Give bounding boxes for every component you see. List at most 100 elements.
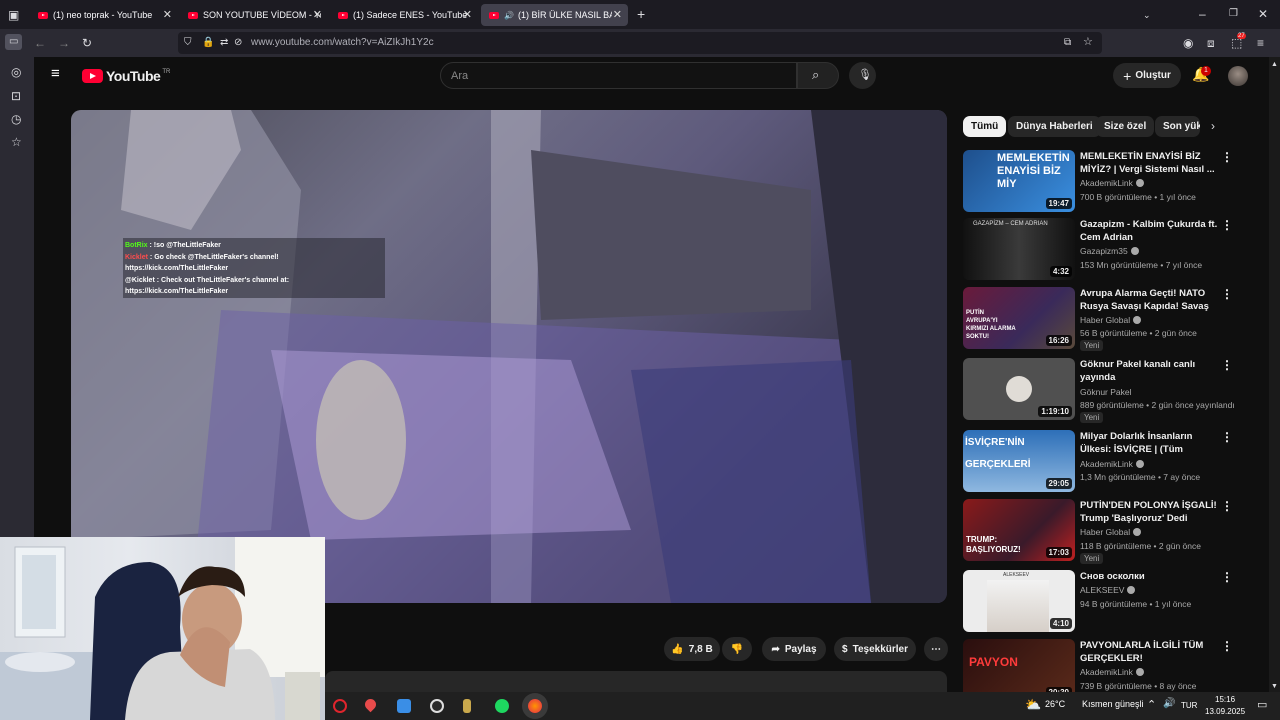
- more-options-icon[interactable]: ⋮: [1221, 499, 1233, 513]
- recommendation-item[interactable]: 1:19:10 Göknur Pakel kanalı canlı yayınd…: [963, 358, 1263, 423]
- hamburger-menu-icon[interactable]: ≡: [51, 66, 60, 81]
- tab-0[interactable]: (1) neo toprak - YouTube ✕: [30, 4, 178, 26]
- volume-icon[interactable]: 🔊: [1163, 698, 1175, 709]
- forward-icon[interactable]: →: [58, 37, 70, 49]
- clock-time[interactable]: 15:16: [1215, 695, 1235, 704]
- menu-icon[interactable]: ≡: [1257, 37, 1264, 49]
- channel-name[interactable]: Gazapizm35: [1080, 246, 1139, 256]
- history-icon[interactable]: ◷: [11, 113, 21, 125]
- firefox-icon[interactable]: [528, 699, 542, 713]
- shield-icon[interactable]: ⛉: [184, 37, 192, 49]
- recommendation-item[interactable]: ALEKSEEV 4:10 Снов осколки ALEKSEEV 94 B …: [963, 570, 1263, 634]
- maximize-icon[interactable]: ❐: [1229, 8, 1238, 20]
- channel-name[interactable]: Haber Global: [1080, 315, 1142, 325]
- url-bar[interactable]: ⛉ 🔒 ⇄ ⊘ www.youtube.com/watch?v=AiZIkJh1…: [178, 32, 1102, 54]
- close-tab-icon[interactable]: ✕: [613, 8, 622, 21]
- more-options-icon[interactable]: ⋮: [1221, 150, 1233, 164]
- channel-name[interactable]: AkademikLink: [1080, 178, 1144, 188]
- video-thumbnail[interactable]: İSVİÇRE'NİN GERÇEKLERİ 29:05: [963, 430, 1075, 492]
- channel-name[interactable]: Göknur Pakel: [1080, 387, 1132, 397]
- tab-1[interactable]: SON YOUTUBE VİDEOM - YouTu✕: [180, 4, 328, 26]
- video-title[interactable]: Milyar Dolarlık İnsanların Ülkesi: İSVİÇ…: [1080, 430, 1218, 456]
- avatar[interactable]: [1228, 66, 1248, 86]
- more-options-icon[interactable]: ⋮: [1221, 430, 1233, 444]
- close-tab-icon[interactable]: ✕: [463, 8, 472, 21]
- tab-list-icon[interactable]: ▣: [8, 9, 19, 21]
- more-options-icon[interactable]: ⋮: [1221, 639, 1233, 653]
- more-options-icon[interactable]: ⋮: [1221, 218, 1233, 232]
- recommendation-item[interactable]: İSVİÇRE'NİN GERÇEKLERİ 29:05 Milyar Dolar…: [963, 430, 1263, 494]
- channel-name[interactable]: AkademikLink: [1080, 667, 1144, 677]
- tracking-icon[interactable]: ⊘: [234, 37, 242, 49]
- clock-date[interactable]: 13.09.2025: [1205, 707, 1245, 716]
- video-thumbnail[interactable]: PUTİN AVRUPA'YI KIRMIZI ALARMA SOKTU! 16:…: [963, 287, 1075, 349]
- chip-world-news[interactable]: Dünya Haberleri: [1008, 116, 1101, 137]
- account-icon[interactable]: ◉: [1183, 37, 1193, 49]
- opera-icon[interactable]: [333, 699, 347, 713]
- create-button[interactable]: + Oluştur: [1113, 63, 1181, 88]
- video-description-box[interactable]: [325, 671, 947, 693]
- more-options-icon[interactable]: ⋮: [1221, 358, 1233, 372]
- video-thumbnail[interactable]: 1:19:10: [963, 358, 1075, 420]
- search-input[interactable]: Ara: [440, 62, 797, 89]
- chip-all[interactable]: Tümü: [963, 116, 1007, 137]
- close-tab-icon[interactable]: ✕: [163, 8, 172, 21]
- reload-icon[interactable]: ↻: [82, 37, 92, 49]
- spotify-icon[interactable]: [495, 699, 509, 713]
- close-tab-icon[interactable]: ✕: [313, 8, 322, 21]
- video-thumbnail[interactable]: MEMLEKETİN ENAYİSİ BİZ MİY 19:47: [963, 150, 1075, 212]
- channel-name[interactable]: AkademikLink: [1080, 459, 1144, 469]
- tab-3-active[interactable]: 🔊(1) BİR ÜLKE NASIL BATAR?✕: [481, 4, 628, 26]
- bookmarks-icon[interactable]: ☆: [11, 136, 22, 148]
- channel-name[interactable]: Haber Global: [1080, 527, 1142, 537]
- synced-tabs-icon[interactable]: ⊡: [11, 90, 21, 102]
- weather-temp[interactable]: 26°C: [1045, 699, 1065, 709]
- back-icon[interactable]: ←: [34, 37, 46, 49]
- weather-icon[interactable]: ⛅: [1025, 697, 1041, 713]
- ai-chatbot-icon[interactable]: ◎: [11, 66, 21, 78]
- video-thumbnail[interactable]: TRUMP: BAŞLIYORUZ! 17:03: [963, 499, 1075, 561]
- tab-2[interactable]: (1) Sadece ENES - YouTube ✕: [330, 4, 478, 26]
- recommendation-item[interactable]: TRUMP: BAŞLIYORUZ! 17:03 PUTİN'DEN POLONY…: [963, 499, 1263, 564]
- file-explorer-icon[interactable]: [397, 699, 411, 713]
- video-title[interactable]: PUTİN'DEN POLONYA İŞGALİ! Trump 'Başlıyo…: [1080, 499, 1218, 525]
- youtube-logo[interactable]: YouTube TR: [82, 68, 170, 84]
- recommendation-item[interactable]: MEMLEKETİN ENAYİSİ BİZ MİY 19:47 MEMLEKET…: [963, 150, 1263, 214]
- league-icon[interactable]: [463, 699, 471, 713]
- chip-recent[interactable]: Son yük: [1155, 116, 1200, 137]
- thanks-button[interactable]: $ Teşekkürler: [834, 637, 916, 661]
- maps-pin-icon[interactable]: [362, 696, 379, 713]
- video-title[interactable]: MEMLEKETİN ENAYİSİ BİZ MİYİZ? | Vergi Si…: [1080, 150, 1218, 176]
- scrollbar[interactable]: ▲ ▼: [1269, 57, 1280, 692]
- scroll-up-icon[interactable]: ▲: [1271, 59, 1278, 71]
- obs-icon[interactable]: [430, 699, 444, 713]
- chevron-down-icon[interactable]: ⌄: [1143, 9, 1151, 21]
- notification-center-icon[interactable]: ▭: [1257, 698, 1267, 711]
- weather-desc[interactable]: Kısmen güneşli: [1082, 699, 1144, 709]
- chevron-right-icon[interactable]: ›: [1211, 120, 1215, 132]
- video-title[interactable]: Göknur Pakel kanalı canlı yayında: [1080, 358, 1218, 384]
- like-button[interactable]: 👍 7,8 B: [664, 637, 720, 661]
- new-tab-icon[interactable]: +: [637, 7, 645, 21]
- video-title[interactable]: Gazapizm - Kalbim Çukurda ft. Cem Adrian: [1080, 218, 1218, 244]
- share-button[interactable]: ➦ Paylaş: [762, 637, 826, 661]
- url-text[interactable]: www.youtube.com/watch?v=AiZIkJh1Y2c: [251, 37, 434, 48]
- more-actions-button[interactable]: ⋯: [924, 637, 948, 661]
- minimize-icon[interactable]: –: [1199, 8, 1206, 20]
- chip-for-you[interactable]: Size özel: [1096, 116, 1155, 137]
- tray-chevron-icon[interactable]: ⌃: [1147, 698, 1156, 711]
- more-options-icon[interactable]: ⋮: [1221, 570, 1233, 584]
- voice-search-button[interactable]: 🎙: [849, 62, 876, 89]
- channel-name[interactable]: ALEKSEEV: [1080, 585, 1136, 595]
- language-indicator[interactable]: TUR: [1181, 701, 1197, 710]
- extensions-icon[interactable]: ⧈: [1207, 37, 1215, 49]
- more-options-icon[interactable]: ⋮: [1221, 287, 1233, 301]
- video-title[interactable]: Снов осколки: [1080, 570, 1218, 583]
- close-window-icon[interactable]: ✕: [1258, 8, 1268, 20]
- video-title[interactable]: Avrupa Alarma Geçti! NATO Rusya Savaşı K…: [1080, 287, 1218, 313]
- search-button[interactable]: ⌕: [797, 62, 839, 89]
- permissions-icon[interactable]: ⇄: [220, 37, 228, 49]
- dislike-button[interactable]: 👎: [722, 637, 752, 661]
- video-thumbnail[interactable]: ALEKSEEV 4:10: [963, 570, 1075, 632]
- recommendation-item[interactable]: PUTİN AVRUPA'YI KIRMIZI ALARMA SOKTU! 16:…: [963, 287, 1263, 351]
